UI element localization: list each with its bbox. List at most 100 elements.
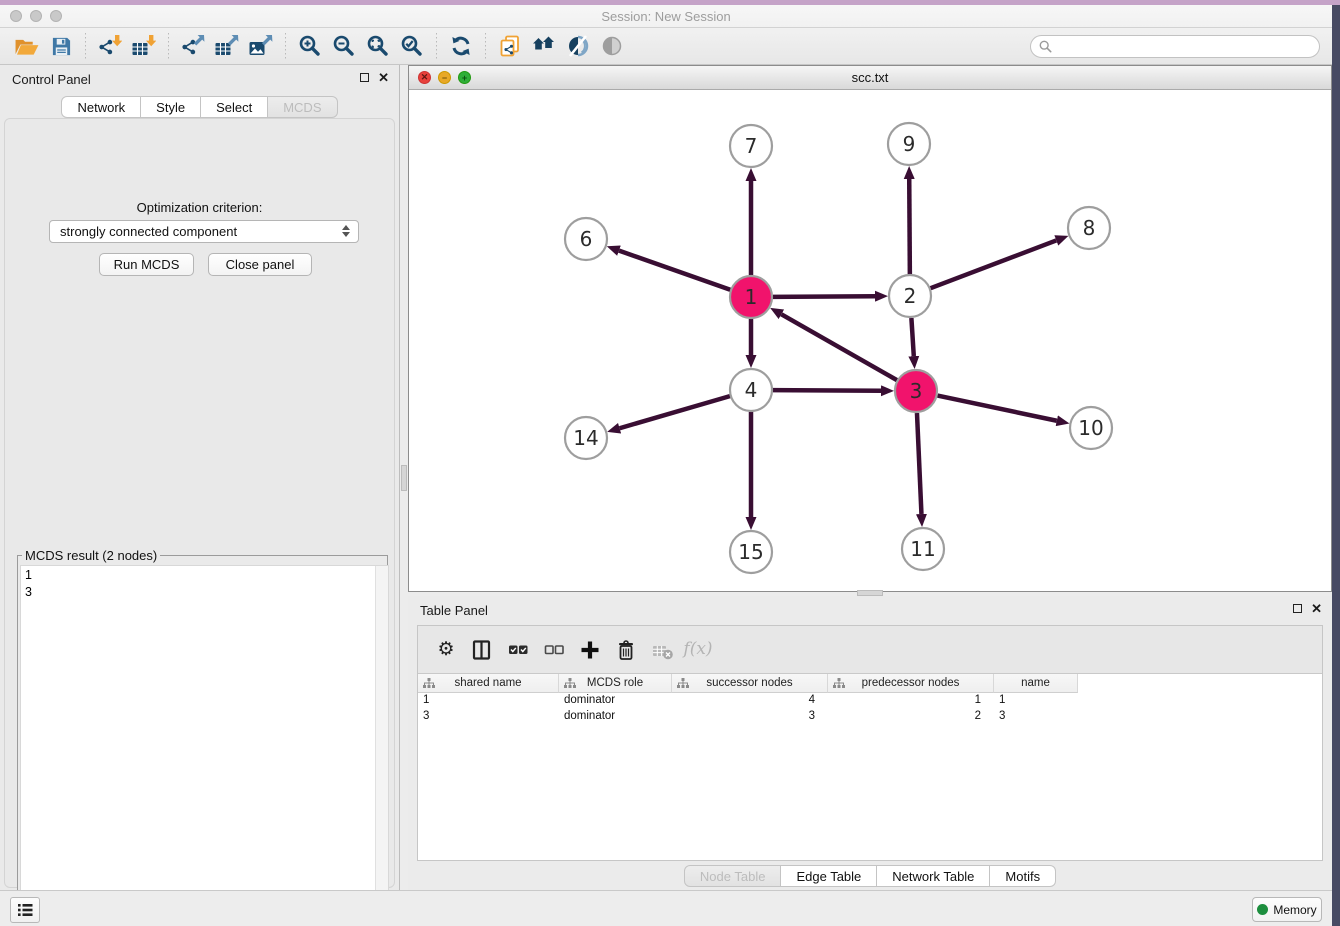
network-view-window: ✕ − + scc.txt 7 9 6 8 1 2 4 3 14 10 15 11 [408,65,1332,592]
cell: dominator [559,709,672,725]
graph-node-10[interactable]: 10 [1070,407,1112,449]
dropdown-stepper-icon [342,225,350,237]
export-network-icon [181,34,205,58]
graph-node-1[interactable]: 1 [730,276,772,318]
table-row[interactable]: 3dominator323 [418,709,1322,725]
tab-motifs[interactable]: Motifs [990,865,1056,887]
column-header-predecessor-nodes[interactable]: predecessor nodes [828,674,994,693]
edge-1-6[interactable] [619,251,730,290]
edge-3-10[interactable] [938,396,1057,421]
delete-column-button[interactable] [610,634,642,666]
svg-text:14: 14 [573,426,598,450]
graph-node-15[interactable]: 15 [730,531,772,573]
criterion-value: strongly connected component [60,224,237,239]
tab-network-table[interactable]: Network Table [877,865,990,887]
tab-node-table[interactable]: Node Table [684,865,782,887]
zoom-fit-icon [366,34,390,58]
edge-2-9[interactable] [909,179,910,274]
import-table-button[interactable] [127,31,161,61]
add-column-button[interactable] [574,634,606,666]
open-file-icon [14,36,40,57]
svg-text:8: 8 [1083,216,1096,240]
export-network-button[interactable] [176,31,210,61]
clone-network-button[interactable] [493,31,527,61]
tab-mcds[interactable]: MCDS [268,96,337,118]
tab-edge-table[interactable]: Edge Table [781,865,877,887]
deselect-all-button[interactable] [538,634,570,666]
close-panel-button[interactable]: Close panel [208,253,312,276]
toolbar-separator [285,33,286,59]
zoom-fit-button[interactable] [361,31,395,61]
task-history-button[interactable] [10,897,40,923]
tab-select[interactable]: Select [201,96,268,118]
table-row[interactable]: 1dominator411 [418,693,1322,709]
close-table-panel-icon[interactable]: ✕ [1311,603,1322,614]
deselect-all-icon [543,639,566,661]
run-mcds-button[interactable]: Run MCDS [99,253,194,276]
float-table-panel-icon[interactable] [1293,604,1302,613]
horizontal-split-grip[interactable] [857,590,883,596]
result-scrollbar[interactable] [375,566,388,918]
column-header-MCDS-role[interactable]: MCDS role [559,674,672,693]
edge-4-14[interactable] [620,396,730,428]
search-field[interactable] [1030,35,1320,58]
zoom-selected-button[interactable] [395,31,429,61]
toolbar-separator [436,33,437,59]
edge-4-3[interactable] [773,390,881,391]
control-panel: Control Panel ✕ NetworkStyleSelectMCDS O… [0,65,400,890]
column-header-name[interactable]: name [994,674,1078,693]
criterion-dropdown[interactable]: strongly connected component [49,220,359,243]
graph-node-4[interactable]: 4 [730,369,772,411]
float-panel-icon[interactable] [360,73,369,82]
vertical-split-grip[interactable] [401,465,407,491]
edge-2-3[interactable] [911,318,913,356]
network-window-titlebar: ✕ − + scc.txt [409,66,1331,90]
search-input[interactable] [1057,39,1311,53]
table-settings-button[interactable]: ⚙ [430,634,462,666]
node-table-container: ⚙ f(x) shared nameMCDS rolesuccessor node… [417,625,1323,861]
graph-node-8[interactable]: 8 [1068,207,1110,249]
edge-2-8[interactable] [931,240,1057,288]
tab-style[interactable]: Style [141,96,201,118]
refresh-layout-button[interactable] [444,31,478,61]
graph-node-11[interactable]: 11 [902,528,944,570]
zoom-in-button[interactable] [293,31,327,61]
function-builder-icon: f(x) [683,641,712,658]
window-title: Session: New Session [0,9,1332,24]
graph-node-2[interactable]: 2 [889,275,931,317]
graph-node-3[interactable]: 3 [895,370,937,412]
select-all-button[interactable] [502,634,534,666]
export-table-button[interactable] [210,31,244,61]
graph-node-7[interactable]: 7 [730,125,772,167]
column-chooser-button[interactable] [466,634,498,666]
export-table-icon [215,34,239,58]
memory-button[interactable]: Memory [1252,897,1322,922]
export-image-button[interactable] [244,31,278,61]
edge-3-1[interactable] [781,314,896,380]
home-layout-button[interactable] [527,31,561,61]
graph-node-9[interactable]: 9 [888,123,930,165]
graph-node-14[interactable]: 14 [565,417,607,459]
column-header-successor-nodes[interactable]: successor nodes [672,674,828,693]
bird-eye-view-icon [600,34,624,58]
graph-node-6[interactable]: 6 [565,218,607,260]
refresh-layout-icon [449,34,473,58]
mcds-result-text: 1 3 [21,566,374,918]
close-panel-icon[interactable]: ✕ [378,72,389,83]
zoom-out-button[interactable] [327,31,361,61]
show-hide-graphics-button[interactable] [561,31,595,61]
network-canvas[interactable]: 7 9 6 8 1 2 4 3 14 10 15 11 [409,90,1331,591]
edge-1-2[interactable] [773,296,875,297]
table-settings-icon: ⚙ [437,640,454,659]
edge-3-11[interactable] [917,413,921,514]
svg-text:7: 7 [745,134,758,158]
clone-network-icon [498,34,522,58]
home-layout-icon [532,34,556,58]
import-network-button[interactable] [93,31,127,61]
tab-network[interactable]: Network [61,96,141,118]
table-toolbar: ⚙ f(x) [418,626,1322,673]
save-session-button[interactable] [44,31,78,61]
zoom-in-icon [298,34,322,58]
open-file-button[interactable] [10,31,44,61]
column-header-shared-name[interactable]: shared name [418,674,559,693]
